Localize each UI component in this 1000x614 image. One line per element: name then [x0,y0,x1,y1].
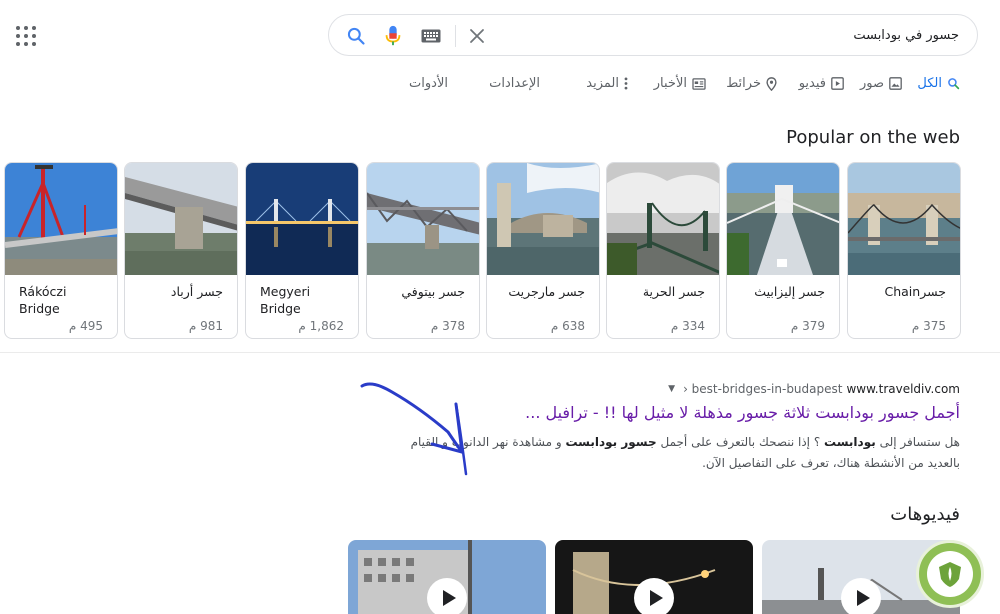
search-bar[interactable] [328,14,978,56]
bridge-thumbnail [367,163,479,275]
video-thumbnail[interactable] [555,540,753,614]
search-icon [948,78,960,90]
bridge-card[interactable]: جسر مارجريت 638 م [486,162,600,339]
image-icon [889,77,902,90]
bridge-name: جسر مارجريت [508,284,585,299]
popular-title: Popular on the web [786,127,960,148]
chevron-down-icon[interactable]: ▼ [668,384,675,394]
bridge-thumbnail [5,163,117,275]
microphone-icon[interactable] [381,24,405,48]
video-icon [831,77,844,90]
tab-label: خرائط [726,76,761,91]
popular-carousel: جسرChain 375 م جسر إليزابيث 379 م جسر ال… [4,162,962,340]
search-divider [455,25,456,47]
bridge-thumbnail [487,163,599,275]
snippet-bold: بودابست [824,435,876,449]
news-icon [692,77,706,90]
keyboard-icon[interactable] [419,24,443,48]
bridge-thumbnail [607,163,719,275]
watermark-logo [916,540,984,608]
bridge-name: جسر أرباد [170,284,223,299]
bridge-count: 495 م [68,319,103,333]
search-tabs: الكل صور فيديو خرائط الأخبار المزيد الإع… [350,76,960,98]
bridge-card[interactable]: جسرChain 375 م [847,162,961,339]
bridge-card[interactable]: جسر الحرية 334 م [606,162,720,339]
apps-grid-icon[interactable] [16,26,36,46]
bridge-card[interactable]: جسر بيتوفي 378 م [366,162,480,339]
bridge-count: 334 م [670,319,705,333]
search-input[interactable] [529,25,959,45]
tab-label: الإعدادات [489,76,540,91]
bridge-thumbnail [125,163,237,275]
tab-videos[interactable]: فيديو [799,76,844,91]
bridge-count: 375 م [911,319,946,333]
tab-label: صور [859,76,884,91]
search-icon[interactable] [344,24,368,48]
play-icon[interactable] [841,578,881,614]
bridge-card[interactable]: Megyeri Bridge 1,862 م [245,162,359,339]
bridge-name: جسر الحرية [642,284,705,299]
result-title-link[interactable]: أجمل جسور بودابست ثلاثة جسور مذهلة لا مث… [400,403,960,422]
snippet-text: هل ستسافر إلى [875,435,960,449]
bridge-name: Megyeri Bridge [260,284,311,316]
tab-label: المزيد [586,76,619,91]
snippet-bold: جسور بودابست [565,435,657,449]
bridge-count: 981 م [188,319,223,333]
bridge-count: 378 م [430,319,465,333]
bridge-thumbnail [848,163,960,275]
tab-tools[interactable]: الأدوات [409,76,448,91]
shield-icon [939,562,961,587]
clear-icon[interactable] [465,24,489,48]
result-site: www.traveldiv.com [846,382,960,396]
snippet-text: ؟ إذا ننصحك بالتعرف على أجمل [656,435,825,449]
videos-carousel [348,540,988,614]
bridge-card[interactable]: جسر أرباد 981 م [124,162,238,339]
play-icon[interactable] [634,578,674,614]
videos-title: فيديوهات [890,504,960,525]
tab-all[interactable]: الكل [917,76,960,91]
bridge-name: Rákóczi Bridge [19,284,67,316]
bridge-name: جسرChain [884,284,947,299]
more-icon [624,77,628,90]
bridge-name: جسر إليزابيث [754,284,825,299]
bridge-name: جسر بيتوفي [401,284,465,299]
tab-label: الكل [917,76,942,91]
result-path: › best-bridges-in-budapest [683,382,843,396]
video-thumbnail[interactable] [348,540,546,614]
tab-more[interactable]: المزيد [586,76,628,91]
result-snippet: هل ستسافر إلى بودابست ؟ إذا ننصحك بالتعر… [400,432,960,474]
bridge-card[interactable]: جسر إليزابيث 379 م [726,162,840,339]
tab-news[interactable]: الأخبار [654,76,706,91]
bridge-thumbnail [727,163,839,275]
bridge-count: 379 م [790,319,825,333]
section-divider [0,352,1000,353]
tab-images[interactable]: صور [860,76,902,91]
bridge-count: 1,862 م [298,319,344,333]
bridge-thumbnail [246,163,358,275]
tab-label: فيديو [798,76,826,91]
play-icon[interactable] [427,578,467,614]
tab-label: الأخبار [653,76,687,91]
result-url[interactable]: ▼ › best-bridges-in-budapest www.traveld… [668,382,960,396]
map-pin-icon [766,76,777,91]
tab-settings[interactable]: الإعدادات [489,76,540,91]
bridge-count: 638 م [550,319,585,333]
tab-label: الأدوات [409,76,448,91]
tab-maps[interactable]: خرائط [726,76,777,91]
bridge-card[interactable]: Rákóczi Bridge 495 م [4,162,118,339]
